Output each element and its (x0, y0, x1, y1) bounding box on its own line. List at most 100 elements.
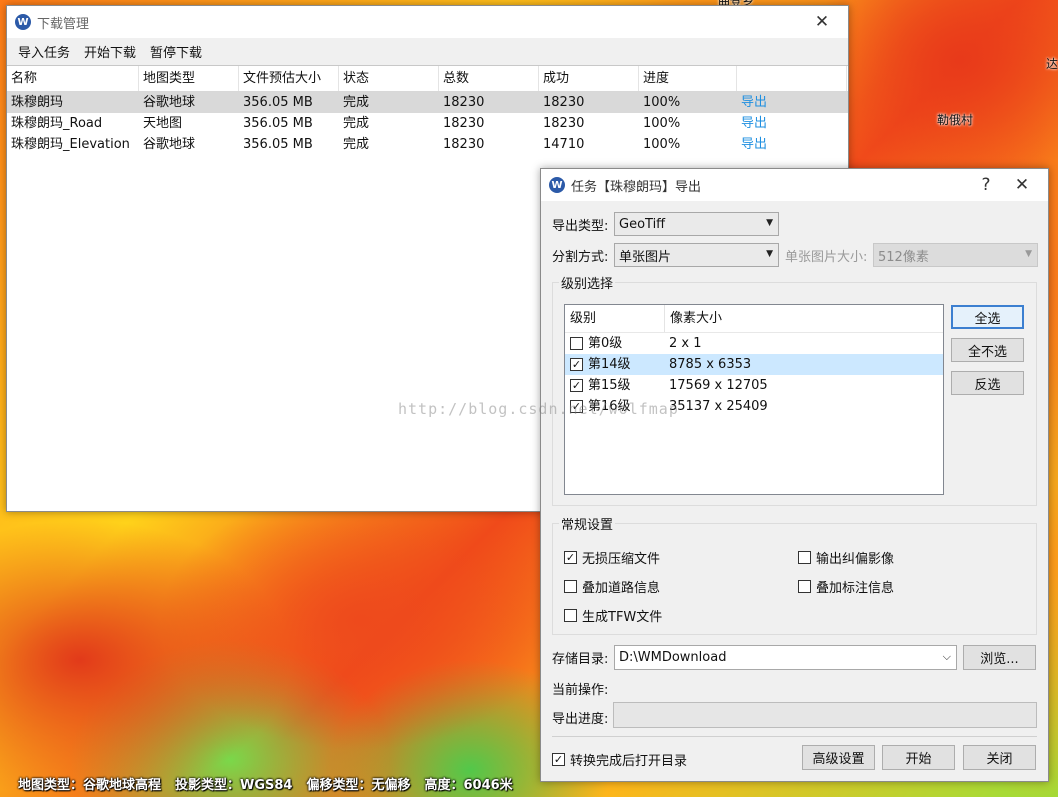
checkbox[interactable] (798, 580, 811, 593)
col-size[interactable]: 文件预估大小 (239, 66, 339, 91)
select-none-button[interactable]: 全不选 (951, 338, 1024, 362)
level-row[interactable]: ✓ 第15级 17569 x 12705 (565, 375, 943, 396)
cell-name: 珠穆朗玛 (11, 95, 64, 110)
col-progress[interactable]: 进度 (639, 66, 737, 91)
checkbox[interactable] (564, 580, 577, 593)
level-checkbox[interactable]: ✓ (570, 358, 583, 371)
checkbox[interactable]: ✓ (564, 551, 577, 564)
cell-total: 18230 (443, 137, 485, 152)
level-checkbox[interactable]: ✓ (570, 400, 583, 413)
level-name: 第14级 (588, 357, 631, 372)
table-row[interactable]: 珠穆朗玛_Road 天地图 356.05 MB 完成 18230 18230 1… (7, 113, 848, 134)
col-action (737, 66, 847, 91)
export-type-label: 导出类型: (552, 218, 609, 234)
col-name[interactable]: 名称 (7, 66, 139, 91)
app-logo-icon: W (15, 14, 31, 30)
level-row[interactable]: 第0级 2 x 1 (565, 333, 943, 354)
invert-selection-button[interactable]: 反选 (951, 371, 1024, 395)
cell-size: 356.05 MB (243, 95, 313, 110)
dialog-title-bar[interactable]: W 任务【珠穆朗玛】导出 ? ✕ (541, 169, 1048, 201)
status-projection: 投影类型：WGS84 (175, 778, 293, 793)
cell-status: 完成 (343, 116, 370, 131)
checkbox[interactable] (564, 609, 577, 622)
col-map-type[interactable]: 地图类型 (139, 66, 239, 91)
table-header: 名称 地图类型 文件预估大小 状态 总数 成功 进度 (7, 66, 848, 92)
advanced-settings-button[interactable]: 高级设置 (802, 745, 875, 770)
cell-progress: 100% (643, 116, 681, 131)
level-name: 第15级 (588, 378, 631, 393)
cell-success: 14710 (543, 137, 585, 152)
level-row[interactable]: ✓ 第14级 8785 x 6353 (565, 354, 943, 375)
cell-status: 完成 (343, 95, 370, 110)
export-link[interactable]: 导出 (737, 134, 847, 155)
col-status[interactable]: 状态 (339, 66, 439, 91)
app-logo-icon: W (549, 177, 565, 193)
option-tfw[interactable]: 生成TFW文件 (564, 606, 662, 625)
cell-success: 18230 (543, 95, 585, 110)
map-label: 勒俄村 (937, 113, 974, 127)
close-icon[interactable]: ✕ (804, 8, 840, 36)
level-list: 级别 像素大小 第0级 2 x 1 ✓ 第14级 8785 x 6353 ✓ 第15… (564, 304, 944, 495)
export-link[interactable]: 导出 (737, 113, 847, 134)
level-checkbox[interactable] (570, 337, 583, 350)
dropdown-arrow-icon: ▼ (766, 249, 773, 259)
split-mode-label: 分割方式: (552, 249, 609, 265)
level-size: 8785 x 6353 (669, 357, 752, 372)
select-all-button[interactable]: 全选 (951, 305, 1024, 329)
menu-pause-download[interactable]: 暂停下载 (143, 42, 209, 61)
option-label: 生成TFW文件 (582, 610, 663, 625)
title-bar[interactable]: W 下载管理 ✕ (7, 6, 848, 38)
tile-size-select: 512像素 ▼ (873, 243, 1038, 267)
table-row[interactable]: 珠穆朗玛 谷歌地球 356.05 MB 完成 18230 18230 100% … (7, 92, 848, 113)
option-road-overlay[interactable]: 叠加道路信息 (564, 577, 660, 596)
option-lossless[interactable]: ✓ 无损压缩文件 (564, 548, 660, 567)
close-icon[interactable]: ✕ (1004, 171, 1040, 199)
menu-bar: 导入任务 开始下载 暂停下载 (7, 38, 848, 65)
window-title: 下载管理 (37, 16, 90, 32)
dropdown-arrow-icon: ▼ (1025, 249, 1032, 259)
level-name: 第0级 (588, 336, 623, 351)
col-total[interactable]: 总数 (439, 66, 539, 91)
cell-progress: 100% (643, 95, 681, 110)
cell-name: 珠穆朗玛_Road (11, 116, 103, 131)
status-map-type: 地图类型：谷歌地球高程 (18, 778, 162, 793)
chevron-down-icon[interactable]: ⌵ (943, 650, 951, 664)
cell-status: 完成 (343, 137, 370, 152)
checkbox[interactable]: ✓ (552, 753, 565, 766)
current-op-label: 当前操作: (552, 683, 609, 698)
cell-total: 18230 (443, 95, 485, 110)
table-row[interactable]: 珠穆朗玛_Elevation 谷歌地球 356.05 MB 完成 18230 1… (7, 134, 848, 155)
option-label-overlay[interactable]: 叠加标注信息 (798, 577, 894, 596)
export-type-select[interactable]: GeoTiff ▼ (614, 212, 779, 236)
option-rectified[interactable]: 输出纠偏影像 (798, 548, 894, 567)
save-dir-input[interactable]: D:\WMDownload ⌵ (614, 645, 957, 670)
col-pixel-size[interactable]: 像素大小 (665, 305, 943, 332)
option-label: 转换完成后打开目录 (570, 754, 688, 769)
menu-import-task[interactable]: 导入任务 (11, 42, 77, 61)
col-success[interactable]: 成功 (539, 66, 639, 91)
status-height: 高度：6046米 (424, 778, 513, 793)
cell-map-type: 天地图 (143, 116, 183, 131)
level-checkbox[interactable]: ✓ (570, 379, 583, 392)
level-row[interactable]: ✓ 第16级 35137 x 25409 (565, 396, 943, 417)
save-dir-value: D:\WMDownload (619, 650, 727, 665)
help-icon[interactable]: ? (968, 171, 1004, 199)
export-dialog: W 任务【珠穆朗玛】导出 ? ✕ 导出类型: GeoTiff ▼ 分割方式: 单… (540, 168, 1049, 782)
level-name: 第16级 (588, 399, 631, 414)
checkbox[interactable] (798, 551, 811, 564)
progress-label: 导出进度: (552, 712, 609, 727)
open-dir-option[interactable]: ✓ 转换完成后打开目录 (552, 750, 687, 769)
level-group-title: 级别选择 (559, 273, 616, 292)
col-level[interactable]: 级别 (565, 305, 665, 332)
split-mode-select[interactable]: 单张图片 ▼ (614, 243, 779, 267)
export-link[interactable]: 导出 (737, 92, 847, 113)
menu-start-download[interactable]: 开始下载 (77, 42, 143, 61)
option-label: 叠加道路信息 (582, 581, 661, 596)
cell-map-type: 谷歌地球 (143, 137, 196, 152)
start-button[interactable]: 开始 (882, 745, 955, 770)
tile-size-label: 单张图片大小: (785, 249, 868, 265)
status-offset: 偏移类型：无偏移 (306, 778, 411, 793)
browse-button[interactable]: 浏览... (963, 645, 1036, 670)
level-size: 2 x 1 (669, 336, 702, 351)
close-button[interactable]: 关闭 (963, 745, 1036, 770)
